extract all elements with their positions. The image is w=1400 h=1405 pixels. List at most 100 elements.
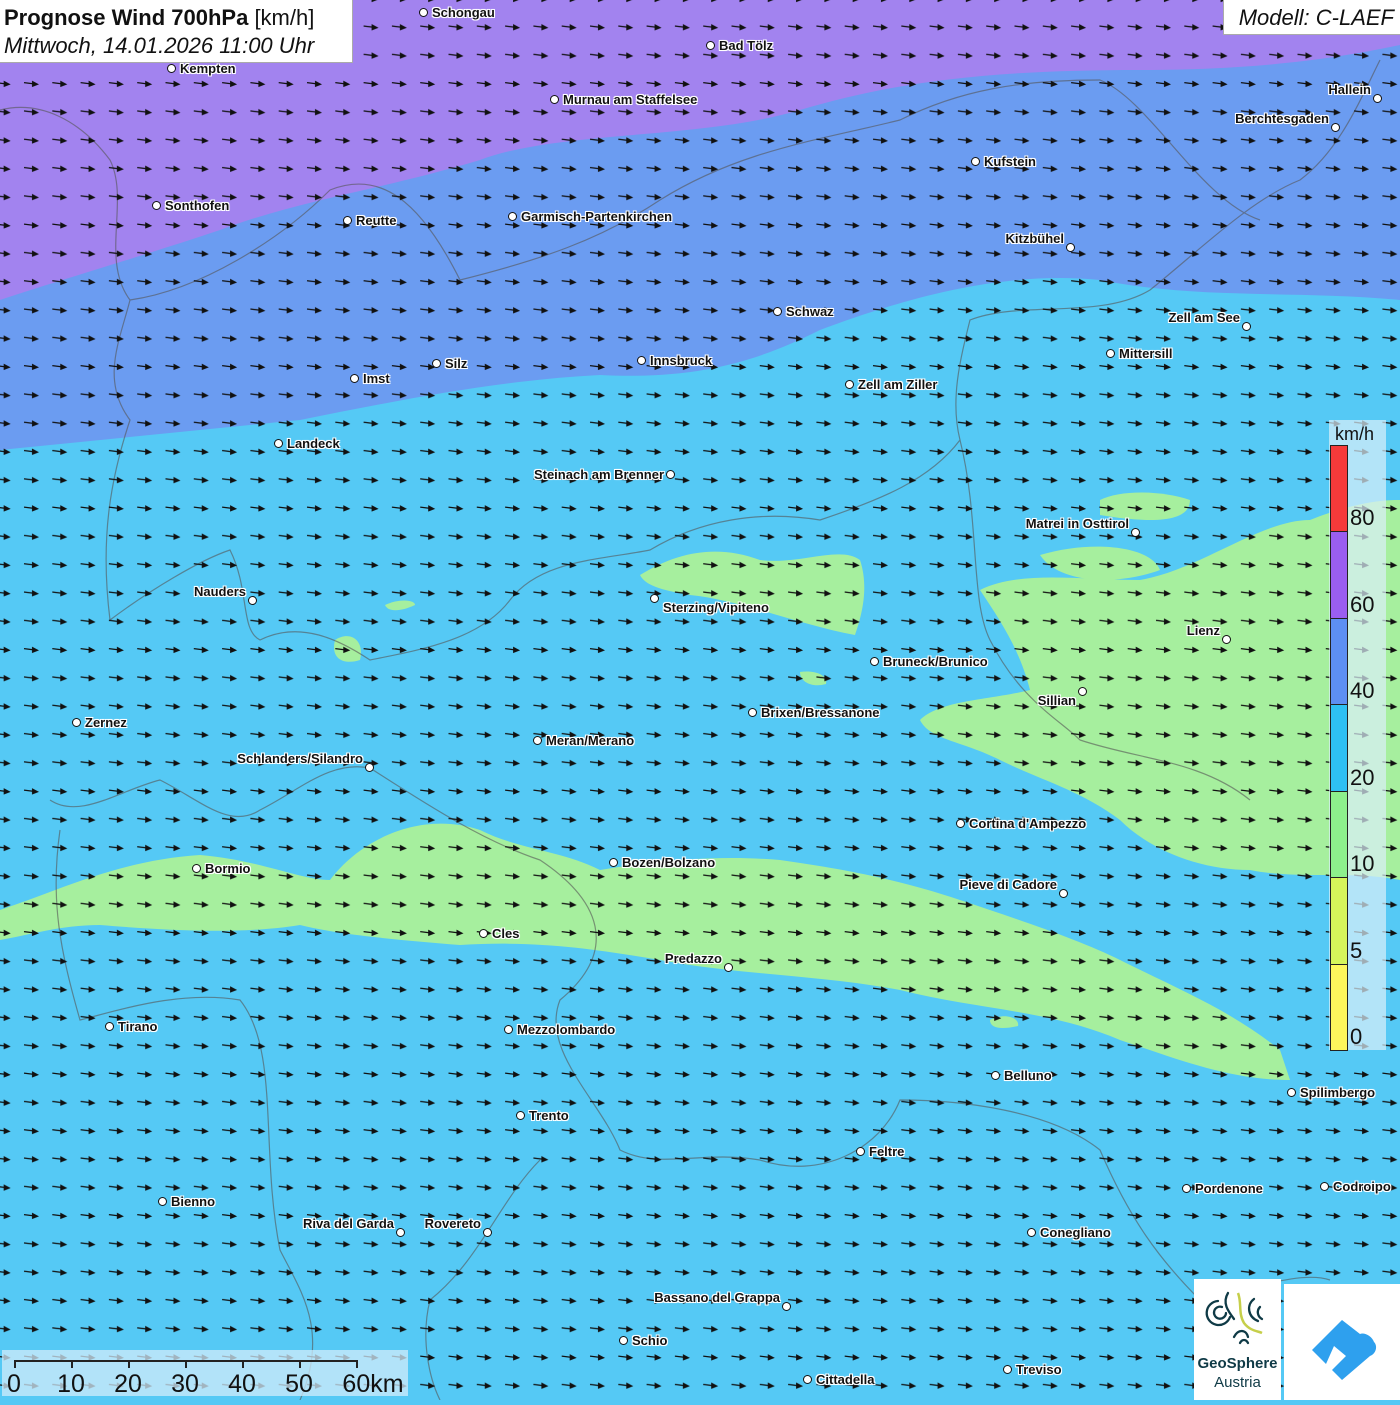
color-legend: km/h 0 5 10 20 40 60 80 <box>1329 420 1386 1051</box>
title-text: Prognose Wind 700hPa <box>4 5 249 30</box>
city-marker-icon <box>1131 528 1140 537</box>
city-marker-icon <box>1106 349 1115 358</box>
legend-label: 10 <box>1350 851 1375 876</box>
city-label: Garmisch-Partenkirchen <box>521 209 673 224</box>
city-label: Brixen/Bressanone <box>761 705 880 720</box>
city-marker-icon <box>365 763 374 772</box>
legend-color-bin <box>1330 617 1348 705</box>
legend-label: 20 <box>1350 764 1375 790</box>
city-label: Murnau am Staffelsee <box>563 92 698 107</box>
city-label: Trento <box>529 1108 569 1123</box>
city-marker-icon <box>956 819 965 828</box>
city-marker-icon <box>856 1147 865 1156</box>
city-marker-icon <box>1373 94 1382 103</box>
geosphere-logo: GeoSphere Austria <box>1194 1279 1281 1400</box>
city-marker-icon <box>991 1071 1000 1080</box>
city-label: Treviso <box>1016 1362 1062 1377</box>
city-marker-icon <box>724 963 733 972</box>
title-box: Prognose Wind 700hPa [km/h] Mittwoch, 14… <box>0 0 353 63</box>
city-marker-icon <box>1059 889 1068 898</box>
scale-tick <box>128 1360 130 1368</box>
city-label: Tirano <box>118 1019 158 1034</box>
city-label: Bruneck/Brunico <box>883 654 988 669</box>
city-label: Lienz <box>1186 623 1220 638</box>
city-label: Bormio <box>205 861 251 876</box>
city-marker-icon <box>1003 1365 1012 1374</box>
city-label: Innsbruck <box>650 353 713 368</box>
city-marker-icon <box>72 718 81 727</box>
geosphere-name: GeoSphere <box>1197 1355 1278 1372</box>
city-marker-icon <box>516 1111 525 1120</box>
city-marker-icon <box>609 858 618 867</box>
city-marker-icon <box>533 736 542 745</box>
city-label: Hallein <box>1328 82 1371 97</box>
city-label: Predazzo <box>664 951 722 966</box>
city-label: Meran/Merano <box>546 733 635 748</box>
scale-tick <box>185 1360 187 1368</box>
city-label: Reutte <box>356 213 397 228</box>
scale-tick <box>71 1360 73 1368</box>
city-marker-icon <box>1320 1182 1329 1191</box>
scale-tick <box>242 1360 244 1368</box>
city-marker-icon <box>1242 322 1251 331</box>
city-label: Kempten <box>180 61 236 76</box>
city-marker-icon <box>483 1228 492 1237</box>
city-marker-icon <box>550 95 559 104</box>
forecast-datetime: Mittwoch, 14.01.2026 11:00 Uhr <box>4 33 315 58</box>
city-marker-icon <box>479 929 488 938</box>
city-marker-icon <box>1222 635 1231 644</box>
city-marker-icon <box>419 8 428 17</box>
legend-label: 80 <box>1350 505 1375 530</box>
city-label: Zell am See <box>1168 310 1240 325</box>
scale-tick <box>14 1360 16 1368</box>
legend-label: 40 <box>1350 678 1375 703</box>
city-label: Feltre <box>869 1144 905 1159</box>
title-unit: [km/h] <box>254 5 315 30</box>
city-marker-icon <box>637 356 646 365</box>
scale-label: 50 <box>285 1370 313 1398</box>
city-label: Cortina d'Ampezzo <box>969 816 1087 831</box>
partner-logo <box>1284 1284 1400 1400</box>
city-marker-icon <box>1066 243 1075 252</box>
legend-label: 5 <box>1350 937 1363 963</box>
city-marker-icon <box>350 374 359 383</box>
city-marker-icon <box>803 1375 812 1384</box>
city-label: Sillian <box>1037 693 1076 708</box>
city-label: Schwaz <box>786 304 834 319</box>
scale-tick <box>356 1360 358 1368</box>
city-label: Imst <box>363 371 390 386</box>
city-label: Bad Tölz <box>719 38 774 53</box>
city-marker-icon <box>1078 687 1087 696</box>
city-marker-icon <box>396 1228 405 1237</box>
legend-color-bin <box>1330 790 1348 878</box>
city-label: Kitzbühel <box>1005 231 1065 246</box>
city-label: Pordenone <box>1195 1181 1263 1196</box>
legend-label: 60 <box>1350 591 1375 617</box>
city-marker-icon <box>748 708 757 717</box>
city-marker-icon <box>152 201 161 210</box>
city-marker-icon <box>105 1022 114 1031</box>
city-label: Schio <box>632 1333 668 1348</box>
city-label: Bienno <box>171 1194 216 1209</box>
city-label: Nauders <box>193 584 246 599</box>
scale-label: 60km <box>342 1370 404 1398</box>
model-label: Modell: C-LAEF <box>1238 5 1394 30</box>
city-label: Belluno <box>1004 1068 1052 1083</box>
scale-label: 10 <box>57 1370 85 1398</box>
city-marker-icon <box>167 64 176 73</box>
geosphere-emblem-icon <box>1205 1291 1264 1345</box>
legend-color-bin <box>1330 877 1348 965</box>
city-marker-icon <box>773 307 782 316</box>
city-marker-icon <box>1287 1088 1296 1097</box>
city-label: Rovereto <box>424 1216 481 1231</box>
city-marker-icon <box>870 657 879 666</box>
scale-label: 30 <box>171 1370 199 1398</box>
city-label: Steinach am Brenner <box>533 467 664 482</box>
city-label: Riva del Garda <box>302 1216 394 1231</box>
city-marker-icon <box>432 359 441 368</box>
city-label: Bozen/Bolzano <box>622 855 716 870</box>
legend-color-bin <box>1330 704 1348 792</box>
city-label: Sterzing/Vipiteno <box>663 600 769 615</box>
legend-color-bin <box>1330 531 1348 619</box>
legend-unit: km/h <box>1335 424 1375 444</box>
